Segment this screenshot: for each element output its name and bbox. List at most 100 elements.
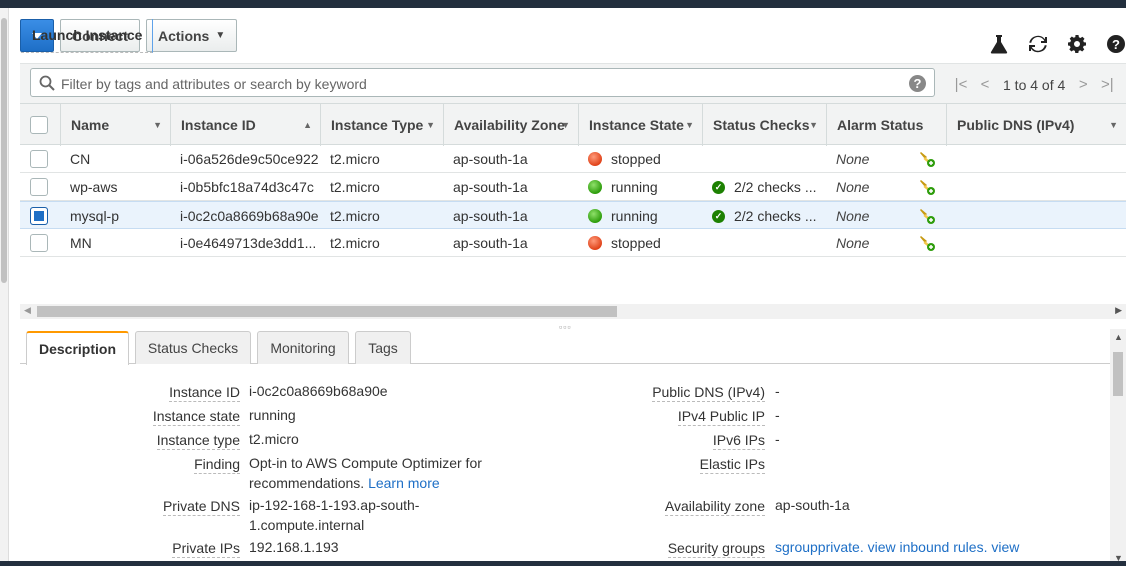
search-input[interactable]: Filter by tags and attributes or search … <box>30 68 935 97</box>
value-public-dns: - <box>775 383 780 399</box>
cell-az: ap-south-1a <box>453 235 528 251</box>
col-availability-zone[interactable]: Availability Zone ▼ <box>443 104 578 146</box>
cell-name: mysql-p <box>70 208 120 224</box>
col-dns-label: Public DNS (IPv4) <box>957 117 1075 133</box>
tab-tags[interactable]: Tags <box>355 331 411 364</box>
cell-name: CN <box>70 151 91 167</box>
select-all-cell[interactable] <box>20 104 60 146</box>
search-help-icon[interactable]: ? <box>909 75 926 92</box>
security-groups-link[interactable]: sgroupprivate. view inbound rules. view <box>775 537 1019 557</box>
learn-more-link[interactable]: Learn more <box>368 475 440 491</box>
row-checkbox-cell[interactable] <box>30 202 60 230</box>
cell-state: stopped <box>588 145 698 173</box>
row-checkbox-cell[interactable] <box>30 229 60 257</box>
cell-instance-type: t2.micro <box>330 179 380 195</box>
cell-status-checks: ✓ 2/2 checks ... <box>712 173 822 201</box>
actions-button[interactable]: Actions ▼ <box>146 19 238 52</box>
add-alarm-icon[interactable] <box>918 145 940 173</box>
col-alarm-status[interactable]: Alarm Status <box>826 104 946 146</box>
launch-instance-button[interactable]: Launch Instance <box>20 18 154 53</box>
table-row-selected[interactable]: mysql-p i-0c2c0a8669b68a90e t2.micro ap-… <box>20 201 1126 229</box>
cell-instance-id: i-0b5bfc18a74d3c47c <box>180 179 314 195</box>
cell-status-checks: ✓ 2/2 checks ... <box>712 202 822 230</box>
tab-description[interactable]: Description <box>26 331 129 365</box>
row-checkbox-cell[interactable] <box>30 145 60 173</box>
sort-asc-icon: ▲ <box>303 120 312 130</box>
launch-instance-label[interactable]: Launch Instance <box>21 18 154 53</box>
help-icon[interactable]: ? <box>1106 34 1126 54</box>
chevron-down-icon: ▼ <box>215 30 226 41</box>
row-checkbox-checked[interactable] <box>30 207 48 225</box>
row-checkbox[interactable] <box>30 178 48 196</box>
row-checkbox[interactable] <box>30 234 48 252</box>
horizontal-scrollbar[interactable]: ◀ ▶ <box>20 304 1126 319</box>
add-alarm-icon[interactable] <box>918 229 940 257</box>
value-availability-zone: ap-south-1a <box>775 497 850 513</box>
pagination: |< < 1 to 4 of 4 > >| <box>949 76 1119 93</box>
last-page-icon[interactable]: >| <box>1095 76 1119 93</box>
ec2-instances-panel: Launch Instance Connect Actions ▼ ? Filt… <box>9 8 1126 566</box>
label-finding: Finding <box>194 456 240 474</box>
cell-instance-type: t2.micro <box>330 208 380 224</box>
tab-monitoring[interactable]: Monitoring <box>257 331 349 364</box>
col-name-label: Name <box>71 117 110 133</box>
sort-icon: ▼ <box>1109 120 1118 130</box>
check-icon: ✓ <box>712 209 725 223</box>
col-az-label: Availability Zone <box>454 117 565 133</box>
cell-alarm: None <box>836 202 916 230</box>
left-scrollbar-thumb[interactable] <box>1 18 7 283</box>
add-alarm-icon[interactable] <box>918 202 940 230</box>
prev-page-icon[interactable]: < <box>973 76 997 93</box>
table-row[interactable]: wp-aws i-0b5bfc18a74d3c47c t2.micro ap-s… <box>20 173 1126 201</box>
col-alarm-label: Alarm Status <box>837 117 924 133</box>
value-private-dns-line2: 1.compute.internal <box>249 517 365 533</box>
alarm-text: None <box>836 235 870 251</box>
finding-text: recommendations. <box>249 475 365 491</box>
col-name[interactable]: Name ▼ <box>60 104 170 146</box>
gear-icon[interactable] <box>1067 34 1087 54</box>
table-row[interactable]: MN i-0e4649713de3dd1... t2.micro ap-sout… <box>20 229 1126 257</box>
cell-state: running <box>588 202 698 230</box>
table-row[interactable]: CN i-06a526de9c50ce922 t2.micro ap-south… <box>20 145 1126 173</box>
svg-text:?: ? <box>1112 37 1120 52</box>
state-text: stopped <box>611 235 661 251</box>
first-page-icon[interactable]: |< <box>949 76 973 93</box>
horizontal-scrollbar-thumb[interactable] <box>37 306 617 317</box>
cell-instance-id: i-0c2c0a8669b68a90e <box>180 208 318 224</box>
col-instance-state[interactable]: Instance State ▼ <box>578 104 702 146</box>
select-all-checkbox[interactable] <box>30 116 48 134</box>
cell-name: MN <box>70 235 92 251</box>
cell-az: ap-south-1a <box>453 151 528 167</box>
col-status-checks[interactable]: Status Checks ▼ <box>702 104 826 146</box>
col-instance-type[interactable]: Instance Type ▼ <box>320 104 443 146</box>
cell-instance-type: t2.micro <box>330 235 380 251</box>
state-text: running <box>611 208 658 224</box>
scroll-up-icon[interactable]: ▲ <box>1114 332 1123 342</box>
scroll-left-icon[interactable]: ◀ <box>24 305 31 316</box>
add-alarm-icon[interactable] <box>918 173 940 201</box>
value-instance-type: t2.micro <box>249 431 299 447</box>
alarm-text: None <box>836 151 870 167</box>
sort-icon: ▼ <box>809 120 818 130</box>
vertical-scrollbar-thumb[interactable] <box>1113 352 1123 396</box>
filter-bar: Filter by tags and attributes or search … <box>20 63 1126 103</box>
state-text: running <box>611 179 658 195</box>
next-page-icon[interactable]: > <box>1071 76 1095 93</box>
scroll-right-icon[interactable]: ▶ <box>1115 305 1122 316</box>
row-checkbox-cell[interactable] <box>30 173 60 201</box>
flask-icon[interactable] <box>989 34 1009 54</box>
sort-icon: ▼ <box>426 120 435 130</box>
col-instance-id[interactable]: Instance ID ▲ <box>170 104 320 146</box>
label-private-dns: Private DNS <box>162 498 240 516</box>
refresh-icon[interactable] <box>1028 34 1048 54</box>
actions-label: Actions <box>158 27 210 44</box>
cell-az: ap-south-1a <box>453 208 528 224</box>
col-public-dns[interactable]: Public DNS (IPv4) ▼ <box>946 104 1126 146</box>
row-checkbox[interactable] <box>30 150 48 168</box>
value-finding: Opt-in to AWS Compute Optimizer for <box>249 455 482 471</box>
vertical-scrollbar[interactable]: ▲ ▼ <box>1110 329 1126 566</box>
left-scrollbar[interactable] <box>0 8 9 566</box>
check-icon: ✓ <box>712 180 725 194</box>
cell-name: wp-aws <box>70 179 118 195</box>
tab-status-checks[interactable]: Status Checks <box>135 331 251 364</box>
